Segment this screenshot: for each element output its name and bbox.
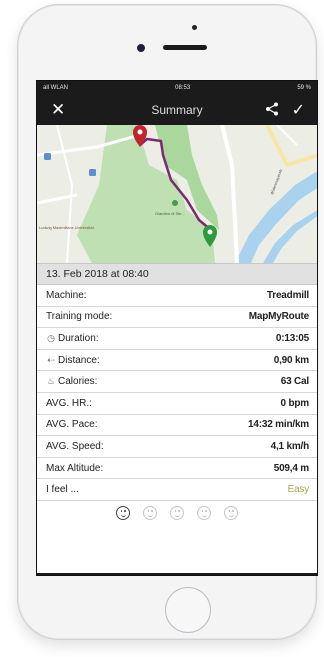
nav-bar: ✕ Summary ✓: [37, 95, 317, 125]
row-label-wrap: ◷ Duration:: [46, 333, 99, 344]
row-value: 0,90 km: [273, 354, 309, 366]
battery-text: 59 %: [297, 85, 311, 91]
row-label: AVG. HR.:: [46, 397, 92, 409]
front-camera: [137, 44, 145, 52]
row-value: MapMyRoute: [248, 311, 309, 323]
row-label: Training mode:: [46, 311, 113, 323]
row-avg-speed: AVG. Speed: 4,1 km/h: [37, 436, 317, 458]
flame-icon: ♨: [46, 376, 56, 387]
row-label: AVG. Speed:: [46, 440, 104, 452]
confirm-button[interactable]: ✓: [292, 100, 305, 120]
row-value: 63 Cal: [280, 376, 309, 388]
map-label-left: Ludwig Maximilians Universitat: [39, 225, 95, 230]
session-date-text: 13. Feb 2018 at 08:40: [46, 268, 149, 280]
row-label: Max Altitude:: [46, 462, 104, 474]
row-feel: I feel ... Easy: [37, 479, 317, 501]
summary-list: Machine: Treadmill Training mode: MapMyR…: [37, 285, 317, 501]
route-map[interactable]: Giardino di Ste... Ludwig Maximilians Un…: [37, 125, 317, 263]
mood-easy-icon[interactable]: [143, 505, 157, 520]
row-duration: ◷ Duration: 0:13:05: [37, 328, 317, 350]
feel-value: Easy: [287, 484, 310, 496]
carrier-text: all WLAN: [43, 85, 69, 91]
share-icon[interactable]: [265, 102, 279, 116]
status-bar: all WLAN 08:53 59 %: [37, 81, 317, 95]
mood-hard-icon[interactable]: [197, 505, 211, 520]
row-avg-hr: AVG. HR.: 0 bpm: [37, 393, 317, 415]
row-value: 4,1 km/h: [270, 440, 310, 452]
row-label: Calories:: [58, 376, 98, 388]
session-date: 13. Feb 2018 at 08:40: [37, 263, 317, 285]
row-label-wrap: ♨ Calories:: [46, 376, 98, 388]
row-value: 0:13:05: [275, 332, 309, 344]
mood-very-hard-icon[interactable]: [224, 505, 238, 520]
row-label: AVG. Pace:: [46, 419, 98, 431]
row-value: 14:32 min/km: [248, 419, 309, 431]
row-calories: ♨ Calories: 63 Cal: [37, 371, 317, 393]
row-label: Duration:: [58, 332, 99, 344]
clock-icon: ◷: [47, 332, 55, 343]
row-value: 509,4 m: [273, 462, 309, 474]
earpiece-speaker: [163, 45, 207, 50]
bottom-bar: [37, 573, 317, 575]
row-max-altitude: Max Altitude: 509,4 m: [37, 458, 317, 480]
row-value: 0 bpm: [280, 397, 310, 409]
row-machine: Machine: Treadmill: [37, 285, 317, 307]
home-button[interactable]: [165, 587, 211, 633]
map-canvas: Giardino di Ste... Ludwig Maximilians Un…: [37, 125, 317, 263]
row-label: Machine:: [46, 289, 87, 301]
feel-selector: [37, 501, 317, 525]
row-avg-pace: AVG. Pace: 14:32 min/km: [37, 415, 317, 437]
distance-icon: ⇠: [47, 354, 55, 365]
mood-very-easy-icon[interactable]: [116, 505, 130, 520]
camera-dot: [192, 25, 197, 30]
row-value: Treadmill: [266, 289, 309, 301]
map-label-park: Giardino di Ste...: [155, 211, 185, 216]
app-screen: all WLAN 08:53 59 % ✕ Summary ✓ Giardino…: [36, 80, 318, 576]
row-distance: ⇠ Distance: 0,90 km: [37, 350, 317, 372]
row-label: I feel ...: [46, 484, 79, 496]
status-time: 08:53: [175, 85, 191, 91]
row-training-mode: Training mode: MapMyRoute: [37, 307, 317, 329]
row-label: Distance:: [58, 354, 100, 366]
row-label-wrap: ⇠ Distance:: [46, 354, 100, 366]
mood-neutral-icon[interactable]: [170, 505, 184, 520]
